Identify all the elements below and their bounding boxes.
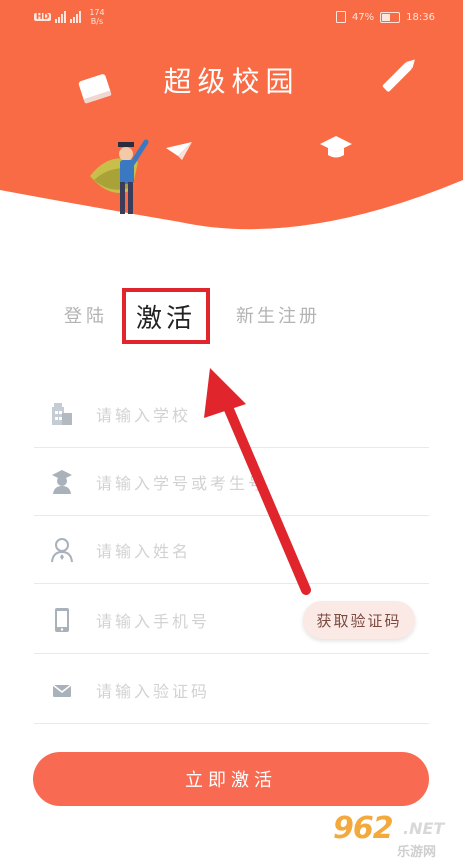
speed-value: 174 [89, 8, 105, 17]
header-banner: HD 174 B/s 47% 18:36 超级校园 [0, 0, 463, 232]
school-building-icon [52, 403, 72, 425]
clock: 18:36 [406, 11, 435, 23]
app-title: 超级校园 [163, 65, 300, 98]
mail-icon [52, 684, 72, 697]
watermark-digits: 962 [333, 811, 394, 846]
network-speed: 174 B/s [89, 8, 104, 26]
tab-login[interactable]: 登陆 [64, 302, 108, 328]
get-code-button[interactable]: 获取验证码 [303, 601, 415, 639]
student-icon [52, 470, 72, 494]
signal-icon-2 [70, 11, 82, 23]
signal-icon [55, 11, 67, 23]
speed-unit: B/s [90, 17, 104, 26]
verification-code-input[interactable] [94, 674, 328, 708]
battery-icon [380, 11, 401, 23]
name-row [34, 516, 429, 584]
watermark-net: .NET [403, 819, 445, 838]
activate-now-button[interactable]: 立即激活 [33, 752, 429, 806]
battery-percent: 47% [351, 11, 375, 23]
student-id-input[interactable] [94, 466, 328, 500]
code-row [34, 656, 429, 724]
phone-row: 获取验证码 [34, 586, 429, 654]
phone-input[interactable] [94, 604, 288, 638]
vibrate-icon [335, 11, 346, 23]
watermark-sub: 乐游网 [397, 845, 437, 860]
site-watermark: 962 .NET 乐游网 [333, 811, 457, 861]
school-row [34, 380, 429, 448]
tab-new-student-register[interactable]: 新生注册 [236, 302, 320, 328]
student-id-row [34, 448, 429, 516]
status-bar: HD 174 B/s 47% 18:36 [0, 0, 463, 36]
hd-badge: HD [34, 12, 52, 21]
school-input[interactable] [94, 398, 328, 432]
tab-bar: 登陆 激活 新生注册 [0, 286, 463, 346]
tab-activate[interactable]: 激活 [122, 288, 210, 344]
phone-icon [55, 608, 69, 632]
person-icon [51, 538, 73, 563]
name-input[interactable] [94, 534, 328, 568]
